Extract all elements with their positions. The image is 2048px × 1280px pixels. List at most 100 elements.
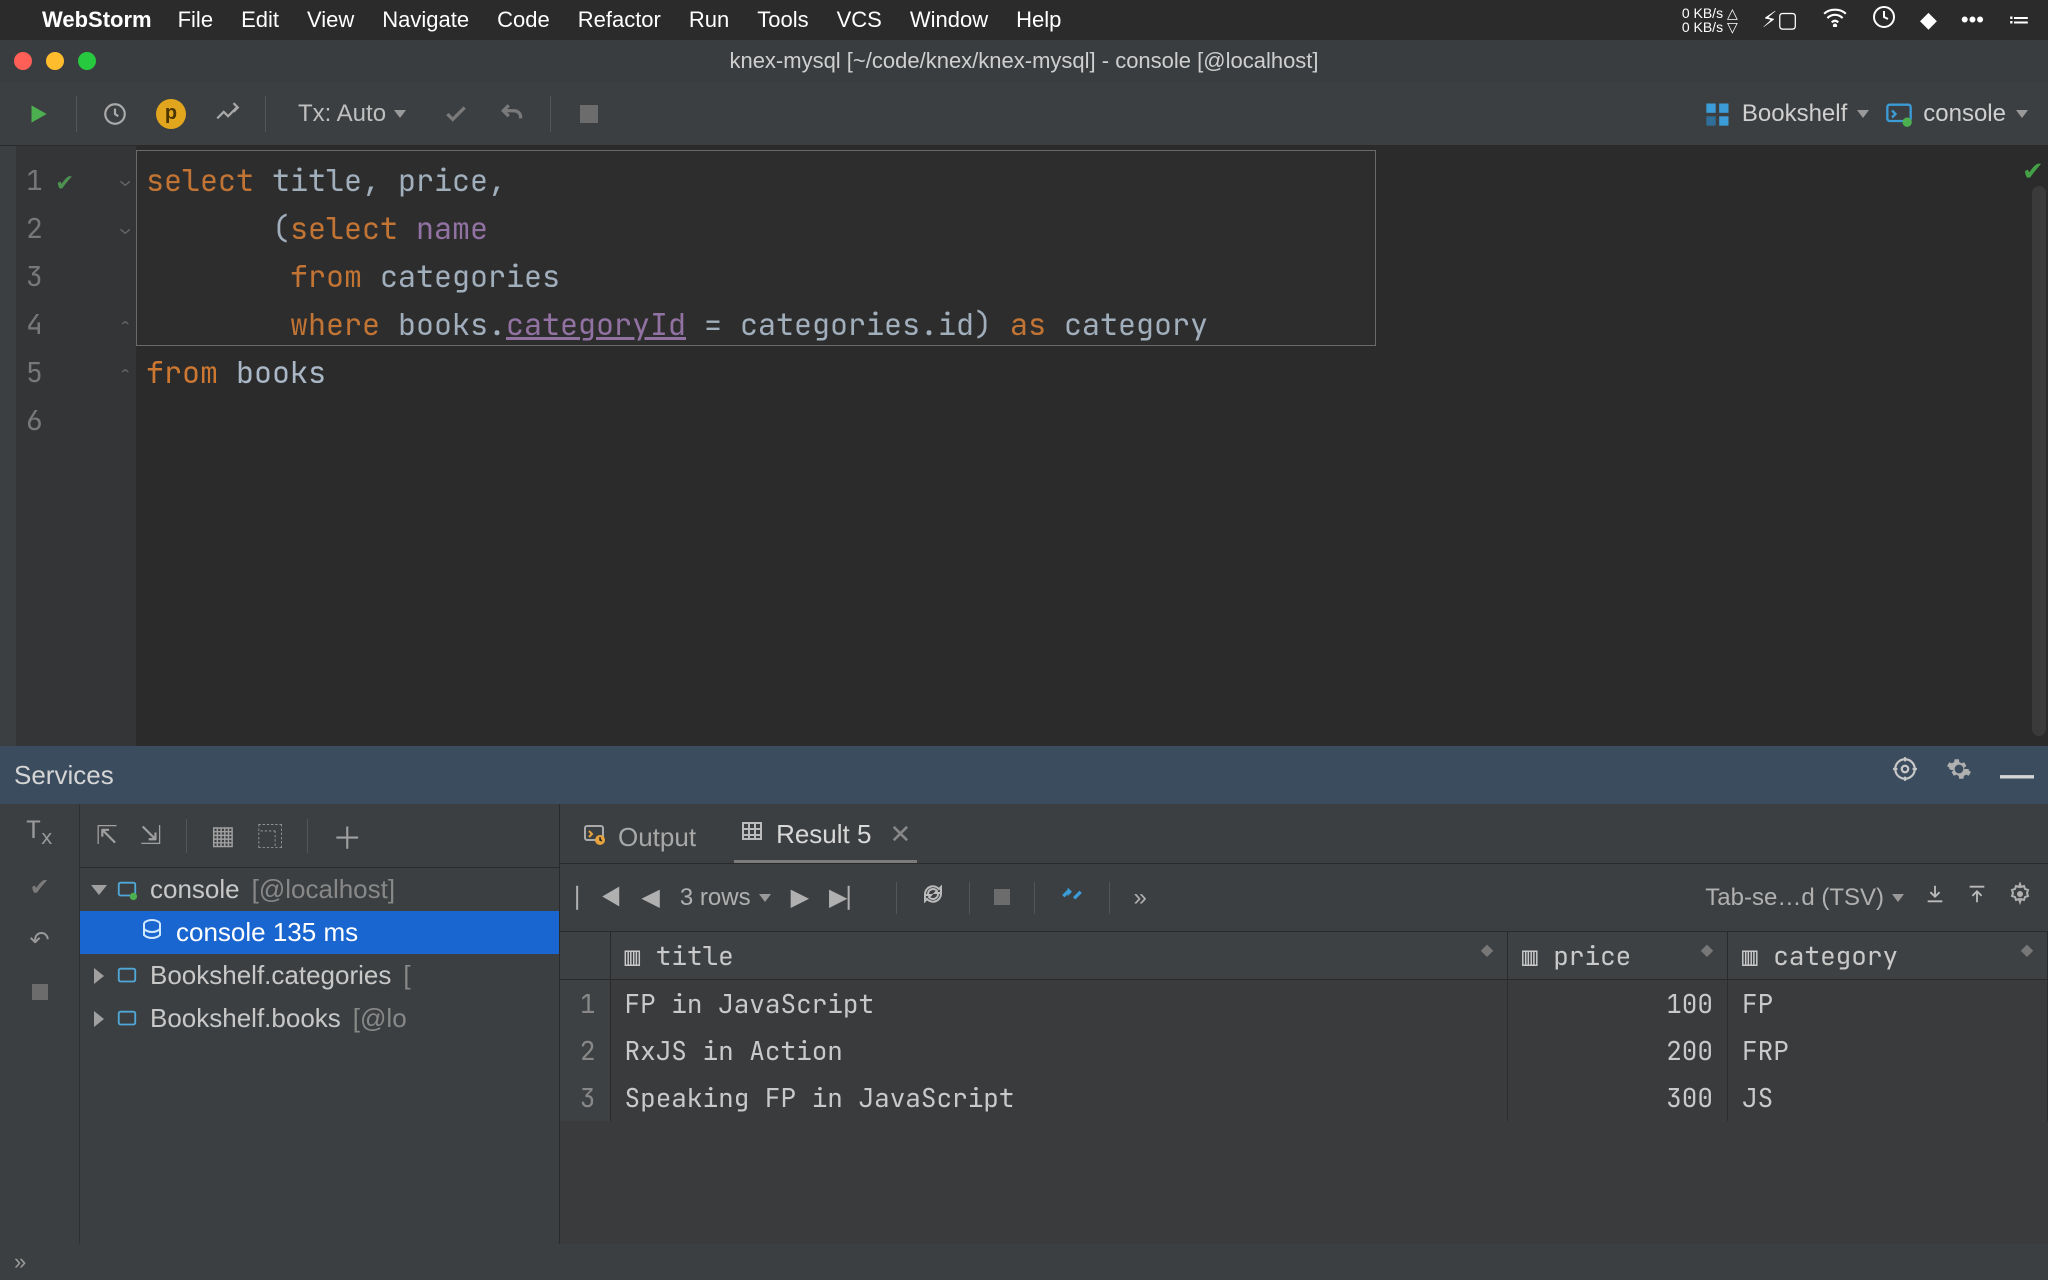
fold-icon[interactable]: ⌃ [120,314,130,335]
reload-button[interactable] [921,882,945,913]
inspection-ok-icon: ✔ [2022,156,2044,187]
line-number: 6 [26,402,43,439]
table-row[interactable]: 1FP in JavaScript100FP [560,980,2048,1028]
first-page-button[interactable]: ⎸◀ [576,884,621,912]
code-editor[interactable]: select title, price, (select name from c… [136,146,2020,746]
chevron-down-icon [2016,110,2028,118]
sort-icon[interactable]: ◆ [1481,938,1493,964]
services-tree: ⇱ ⇲ ▦ ⿹ ＋ console [@localhost] console 1… [80,804,560,1244]
tree-item-console-run[interactable]: console 135 ms [80,911,559,954]
menu-help[interactable]: Help [1016,7,1061,33]
table-row[interactable]: 2RxJS in Action200FRP [560,1027,2048,1074]
menu-window[interactable]: Window [910,7,988,33]
result-table[interactable]: ▥ title◆ ▥ price◆ ▥ category◆ 1FP in Jav… [560,932,2048,1244]
clock-icon[interactable] [1872,5,1896,35]
line-number: 4 [26,306,43,343]
menu-run[interactable]: Run [689,7,729,33]
tx-label-icon[interactable]: Tx [26,816,53,849]
editor-scrollbar[interactable] [2032,186,2046,736]
fold-icon[interactable]: ⌄ [120,218,130,239]
editor-toolbar: p Tx: Auto Bookshelf console [0,82,2048,146]
rollback-button[interactable] [494,96,530,132]
undo-icon[interactable]: ↶ [29,926,49,955]
menu-file[interactable]: File [178,7,213,33]
stop-result-button[interactable] [994,884,1010,912]
menu-edit[interactable]: Edit [241,7,279,33]
profile-button[interactable]: p [153,96,189,132]
wifi-icon[interactable] [1822,7,1848,33]
expand-icon[interactable] [91,885,107,895]
breadcrumb-chevrons-icon[interactable]: » [14,1249,28,1275]
fold-icon[interactable]: ⌃ [120,362,130,383]
battery-icon[interactable]: ⚡︎▢ [1762,7,1798,33]
grid-icon[interactable]: ▦ [211,820,236,851]
tray-more-icon[interactable]: ••• [1961,7,1984,33]
menu-tools[interactable]: Tools [757,7,808,33]
traffic-lights [14,52,96,70]
last-page-button[interactable]: ▶⎸ [829,883,871,912]
download-button[interactable] [1924,883,1946,912]
more-button[interactable]: » [1134,884,1147,912]
maximize-window-icon[interactable] [78,52,96,70]
expand-icon[interactable] [94,1011,104,1027]
services-title: Services [14,760,1892,791]
tab-result[interactable]: Result 5 ✕ [734,811,917,863]
column-icon: ▥ [1522,938,1553,973]
network-speed: 0 KB/s △ 0 KB/s ▽ [1682,6,1738,34]
menu-view[interactable]: View [307,7,354,33]
menu-code[interactable]: Code [497,7,550,33]
close-tab-icon[interactable]: ✕ [889,819,911,850]
gear-icon[interactable] [1946,756,1972,795]
minimize-window-icon[interactable] [46,52,64,70]
tab-output[interactable]: Output [576,814,702,863]
menu-vcs[interactable]: VCS [837,7,882,33]
console-dropdown[interactable]: console [1885,100,2028,128]
upload-button[interactable] [1966,883,1988,912]
expand-icon[interactable] [94,968,104,984]
target-icon[interactable] [1892,756,1918,795]
run-button[interactable] [20,96,56,132]
stop-button[interactable] [571,96,607,132]
check-icon[interactable]: ✔ [29,873,49,902]
compare-button[interactable] [1059,881,1085,914]
export-format-dropdown[interactable]: Tab-se…d (TSV) [1705,884,1904,912]
next-page-button[interactable]: ▶ [791,883,809,912]
gutter-check-icon: ✔ [57,163,73,198]
app-name[interactable]: WebStorm [42,7,152,33]
tree-root-console[interactable]: console [@localhost] [80,868,559,911]
result-settings-button[interactable] [2008,882,2032,913]
tree-item-books[interactable]: Bookshelf.books [@lo [80,997,559,1040]
row-count-dropdown[interactable]: 3 rows [680,884,771,912]
tray-cube-icon[interactable]: ◆ [1920,7,1937,33]
prev-page-button[interactable]: ◀ [641,883,659,912]
tree-item-categories[interactable]: Bookshelf.categories [ [80,954,559,997]
history-button[interactable] [97,96,133,132]
minimize-panel-icon[interactable]: — [2000,756,2034,795]
datasource-icon [116,1008,138,1030]
expand-all-icon[interactable]: ⇱ [96,820,118,851]
settings-button[interactable] [209,96,245,132]
datasource-dropdown[interactable]: Bookshelf [1704,100,1869,128]
titlebar: knex-mysql [~/code/knex/knex-mysql] - co… [0,40,2048,82]
selection-outline [136,150,1376,346]
stop-small-icon[interactable] [32,979,48,1007]
commit-button[interactable] [438,96,474,132]
tx-mode-dropdown[interactable]: Tx: Auto [298,100,406,128]
line-number: 5 [26,354,43,391]
sort-icon[interactable]: ◆ [2021,938,2033,964]
add-icon[interactable]: ＋ [332,814,362,858]
sort-icon[interactable]: ◆ [1701,938,1713,964]
chevron-down-icon [1857,110,1869,118]
menu-navigate[interactable]: Navigate [382,7,469,33]
tree-toolbar: ⇱ ⇲ ▦ ⿹ ＋ [80,804,559,868]
fold-icon[interactable]: ⌄ [120,170,130,191]
window-title: knex-mysql [~/code/knex/knex-mysql] - co… [0,48,2048,74]
collapse-all-icon[interactable]: ⇲ [140,820,162,851]
menu-refactor[interactable]: Refactor [578,7,661,33]
layout-icon[interactable]: ⿹ [257,817,283,854]
services-panel-header: Services — [0,746,2048,804]
table-row[interactable]: 3Speaking FP in JavaScript300JS [560,1074,2048,1121]
result-toolbar: ⎸◀ ◀ 3 rows ▶ ▶⎸ » Tab-se…d (TSV) [560,864,2048,932]
tray-list-icon[interactable]: ≔ [2008,7,2030,33]
close-window-icon[interactable] [14,52,32,70]
